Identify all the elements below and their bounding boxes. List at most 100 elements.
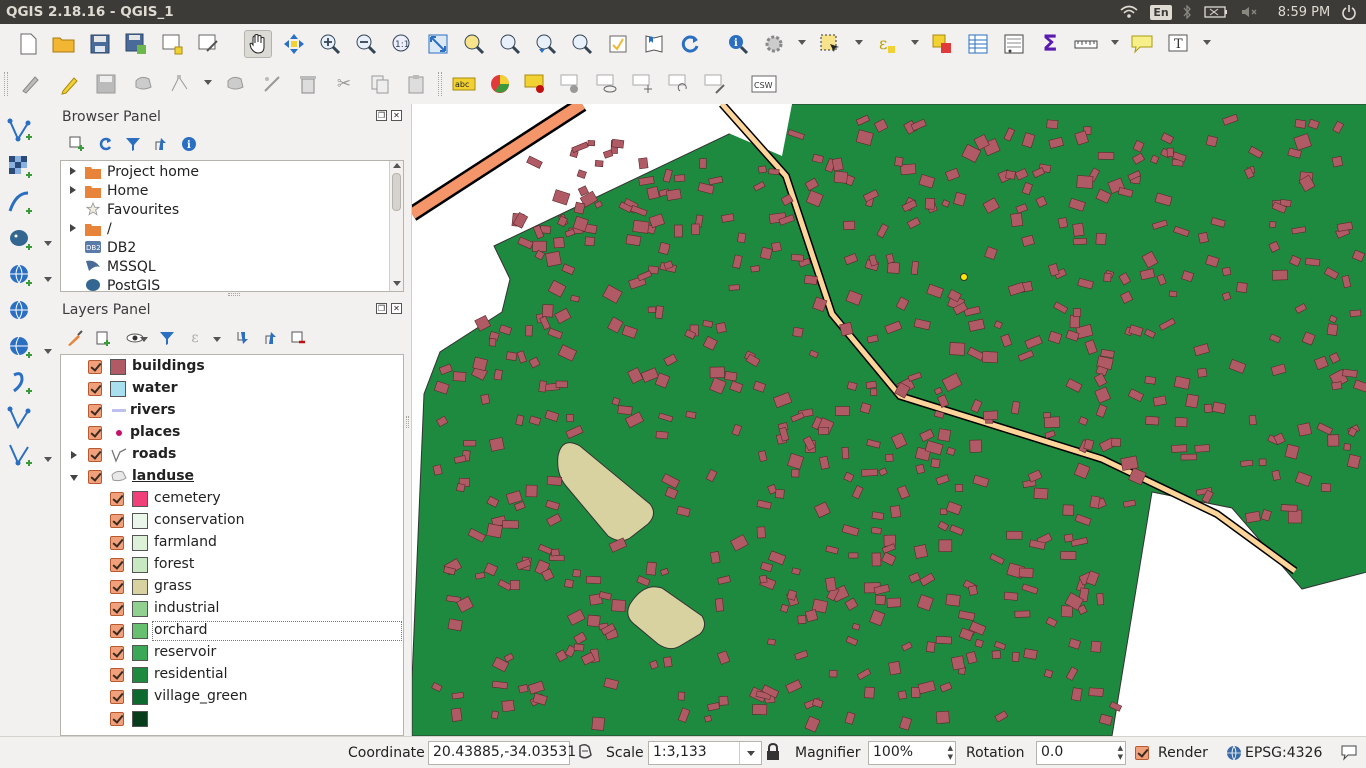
map-tips-icon[interactable] [1128,30,1156,58]
metasearch-icon[interactable]: CSW [750,70,778,98]
browser-item-db2[interactable]: DB2 DB2 [61,238,391,257]
show-hide-labels-icon[interactable] [594,70,622,98]
vertex-tool-icon[interactable] [258,70,286,98]
paste-features-icon[interactable] [402,70,430,98]
layer-visibility-checkbox[interactable] [110,514,124,528]
add-group-icon[interactable] [92,327,114,349]
save-edits-icon[interactable] [92,70,120,98]
measure-icon[interactable] [1072,30,1100,58]
zoom-next-icon[interactable] [568,30,596,58]
zoom-to-selection-icon[interactable] [460,30,488,58]
layer-visibility-checkbox[interactable] [88,470,102,484]
open-layer-styling-icon[interactable] [64,327,86,349]
add-feature-icon[interactable] [130,70,158,98]
render-checkbox[interactable] [1135,746,1149,760]
scroll-up-icon[interactable] [393,163,401,168]
new-bookmark-icon[interactable] [604,30,632,58]
browser-item-postgis[interactable]: PostGIS [61,276,391,291]
visibility-dropdown[interactable] [140,337,148,342]
browser-item-root[interactable]: / [61,219,391,238]
layer-item[interactable]: cemetery [61,488,403,510]
bluetooth-icon[interactable] [1178,0,1196,24]
add-selected-layers-icon[interactable] [66,133,88,155]
layer-visibility-checkbox[interactable] [110,536,124,550]
layer-item[interactable]: orchard [61,620,403,642]
layer-visibility-checkbox[interactable] [88,404,102,418]
statistics-icon[interactable]: Σ [1036,30,1064,58]
lock-scale-icon[interactable] [766,742,782,763]
select-dropdown[interactable] [855,40,863,45]
add-wms-layer-icon[interactable] [5,296,35,326]
add-raster-layer-icon[interactable] [5,152,35,182]
expression-dropdown[interactable] [911,40,919,45]
browser-item-home[interactable]: Home [61,181,391,200]
layer-visibility-checkbox[interactable] [88,426,102,440]
action-dropdown[interactable] [798,40,806,45]
layer-visibility-checkbox[interactable] [110,558,124,572]
toolbar-handle[interactable] [4,72,8,96]
collapse-arrow-icon[interactable] [70,475,78,481]
refresh-icon[interactable] [676,30,704,58]
close-panel-icon[interactable]: ✕ [391,303,402,314]
layer-visibility-checkbox[interactable] [88,382,102,396]
scale-combobox[interactable]: 1:3,133 [648,741,762,765]
scroll-down-icon[interactable] [393,281,401,286]
node-tool-icon[interactable] [166,70,194,98]
filter-browser-icon[interactable] [122,133,144,155]
layer-visibility-checkbox[interactable] [110,492,124,506]
collapse-all-icon[interactable] [150,133,172,155]
layer-visibility-checkbox[interactable] [110,580,124,594]
postgis-dropdown[interactable] [44,241,52,246]
layer-item[interactable] [61,708,403,730]
new-layer-dropdown[interactable] [44,457,52,462]
add-vector-layer-icon[interactable] [5,116,35,146]
layer-item[interactable]: reservoir [61,642,403,664]
add-wfs-layer-icon[interactable] [5,332,35,362]
map-render[interactable] [412,104,1366,736]
layer-item[interactable]: grass [61,576,403,598]
layer-item[interactable]: residential [61,664,403,686]
layer-item[interactable]: forest [61,554,403,576]
properties-icon[interactable]: i [178,133,200,155]
layer-item[interactable]: rivers [61,400,403,422]
keyboard-layout-indicator[interactable]: En [1150,0,1172,24]
pan-to-selection-icon[interactable] [280,30,308,58]
copy-features-icon[interactable] [366,70,394,98]
layer-item[interactable]: landuse [61,466,403,488]
layer-visibility-checkbox[interactable] [110,668,124,682]
layer-visibility-checkbox[interactable] [88,448,102,462]
clock[interactable]: 8:59 PM [1272,0,1336,24]
panel-resize-handle[interactable] [228,293,240,296]
open-project-icon[interactable] [50,30,78,58]
layer-visibility-checkbox[interactable] [110,646,124,660]
pin-labels-icon[interactable] [522,70,550,98]
add-spatialite-layer-icon[interactable] [5,260,35,290]
move-label-icon[interactable] [630,70,658,98]
expand-arrow-icon[interactable] [71,451,77,459]
measure-dropdown[interactable] [1111,40,1119,45]
zoom-full-icon[interactable] [424,30,452,58]
new-project-icon[interactable] [14,30,42,58]
highlight-pinned-icon[interactable] [558,70,586,98]
filter-by-expression-icon[interactable]: ε [184,327,206,349]
save-project-icon[interactable] [86,30,114,58]
text-annotation-icon[interactable]: T [1164,30,1192,58]
battery-icon[interactable] [1202,0,1230,24]
float-panel-icon[interactable]: ❐ [376,110,387,121]
delete-selected-icon[interactable] [294,70,322,98]
select-features-icon[interactable] [816,30,844,58]
action-icon[interactable] [760,30,788,58]
attribute-table-icon[interactable] [964,30,992,58]
zoom-in-icon[interactable] [316,30,344,58]
filter-legend-icon[interactable] [156,327,178,349]
wifi-icon[interactable] [1118,0,1140,24]
layer-item[interactable]: industrial [61,598,403,620]
layer-labeling-icon[interactable]: abc [450,70,478,98]
power-icon[interactable] [1338,0,1360,24]
current-edits-icon[interactable] [16,70,44,98]
pan-icon[interactable] [244,30,272,58]
layer-visibility-checkbox[interactable] [88,360,102,374]
toggle-editing-icon[interactable] [56,70,84,98]
new-gpx-layer-icon[interactable] [5,440,35,470]
scale-dropdown[interactable] [739,742,761,764]
